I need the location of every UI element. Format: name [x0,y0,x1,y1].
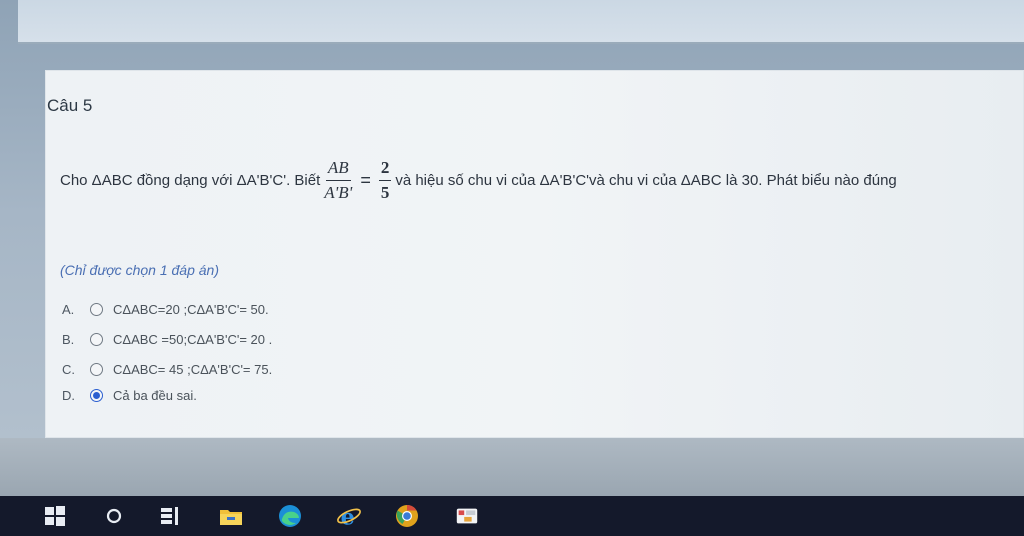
option-b[interactable]: B. CΔABC =50;CΔA'B'C'= 20 . [62,332,272,347]
ratio-fraction: AB A'B' [324,158,352,203]
option-letter: A. [62,302,75,317]
answer-hint: (Chỉ được chọn 1 đáp án) [60,262,219,278]
option-text: CΔABC =50;CΔA'B'C'= 20 . [113,332,273,347]
option-letter: C. [62,362,75,377]
question-text-part1: Cho ΔABC đồng dạng với ΔA'B'C'. Biết [60,171,321,189]
option-text: CΔABC=20 ;CΔA'B'C'= 50. [113,302,269,317]
taskbar: e [0,496,1024,536]
question-title: Câu 5 [47,96,93,115]
app-icon[interactable] [454,504,480,528]
edge-icon[interactable] [277,504,303,528]
radio-button[interactable] [90,363,103,376]
fraction-denominator: 5 [380,182,390,202]
option-text: CΔABC= 45 ;CΔA'B'C'= 75. [113,362,273,377]
radio-button-selected[interactable] [90,389,103,402]
option-d[interactable]: D. Cả ba đều sai. [62,388,197,403]
internet-explorer-icon[interactable]: e [336,504,362,529]
chrome-icon[interactable] [394,504,420,528]
svg-text:e: e [341,504,355,529]
radio-button[interactable] [90,333,103,346]
question-card [45,70,1024,438]
search-icon[interactable] [101,504,127,528]
option-letter: B. [62,332,75,347]
fraction-numerator: 2 [378,158,392,181]
option-a[interactable]: A. CΔABC=20 ;CΔA'B'C'= 50. [62,302,269,317]
question-text-part2: và hiệu số chu vi của ΔA'B'C'và chu vi c… [395,171,897,189]
browser-top-strip [18,0,1024,44]
fraction-denominator: A'B' [324,182,353,202]
option-c[interactable]: C. CΔABC= 45 ;CΔA'B'C'= 75. [62,362,272,377]
file-explorer-icon[interactable] [218,504,244,528]
fraction-numerator: AB [325,158,351,181]
equals-sign: = [360,169,371,190]
option-letter: D. [62,388,75,403]
value-fraction: 2 5 [378,158,392,203]
question-text: Cho ΔABC đồng dạng với ΔA'B'C'. Biết AB … [60,150,1020,210]
task-view-icon[interactable] [157,504,183,528]
radio-button[interactable] [90,303,103,316]
option-text: Cả ba đều sai. [113,388,197,403]
windows-start-icon[interactable] [42,504,68,528]
page-background [0,438,1024,496]
